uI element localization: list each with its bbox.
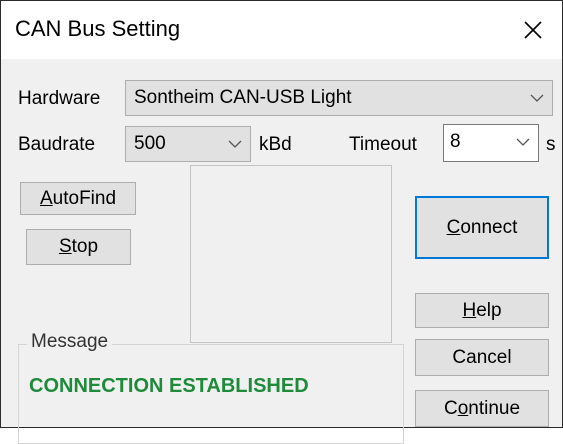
window-title: CAN Bus Setting — [15, 16, 181, 41]
autofind-accel: A — [39, 187, 53, 209]
autofind-label: utoFind — [52, 187, 117, 209]
continue-label: ntinue — [468, 397, 521, 419]
timeout-select[interactable]: 8 — [443, 124, 539, 162]
timeout-value: 8 — [450, 131, 461, 152]
baudrate-label: Baudrate — [18, 134, 96, 155]
timeout-label: Timeout — [349, 134, 417, 155]
message-group-label: Message — [27, 331, 113, 353]
close-icon — [524, 21, 542, 39]
autofind-button[interactable]: AutoFind — [20, 182, 136, 215]
close-button[interactable] — [504, 1, 562, 59]
hardware-select[interactable]: Sontheim CAN-USB Light — [125, 80, 553, 116]
timeout-unit: s — [546, 134, 556, 155]
chevron-down-icon — [228, 140, 242, 148]
connection-status: CONNECTION ESTABLISHED — [29, 375, 309, 397]
chevron-down-icon — [530, 94, 544, 102]
help-label: elp — [476, 299, 502, 321]
stop-button[interactable]: Stop — [26, 229, 131, 265]
connect-label: onnect — [460, 216, 518, 238]
baudrate-value: 500 — [134, 133, 166, 154]
connect-button[interactable]: Connect — [415, 196, 549, 259]
hardware-label: Hardware — [18, 88, 101, 109]
baudrate-select[interactable]: 500 — [125, 126, 251, 162]
can-bus-setting-dialog: CAN Bus Setting Hardware Sontheim CAN-US… — [0, 0, 563, 444]
connect-accel: C — [446, 216, 461, 238]
cancel-button[interactable]: Cancel — [415, 339, 549, 376]
continue-accel: o — [457, 397, 469, 419]
baudrate-unit: kBd — [259, 134, 292, 155]
device-panel — [190, 165, 392, 343]
chevron-down-icon — [516, 138, 530, 146]
continue-prefix: C — [443, 397, 458, 419]
continue-button[interactable]: Co ntinue — [415, 390, 549, 427]
stop-label: top — [71, 236, 99, 257]
help-button[interactable]: Help — [415, 293, 549, 328]
help-accel: H — [462, 299, 477, 321]
cancel-label: Cancel — [452, 346, 512, 368]
stop-accel: S — [58, 236, 72, 257]
hardware-value: Sontheim CAN-USB Light — [134, 87, 352, 108]
title-bar: CAN Bus Setting — [1, 1, 562, 59]
